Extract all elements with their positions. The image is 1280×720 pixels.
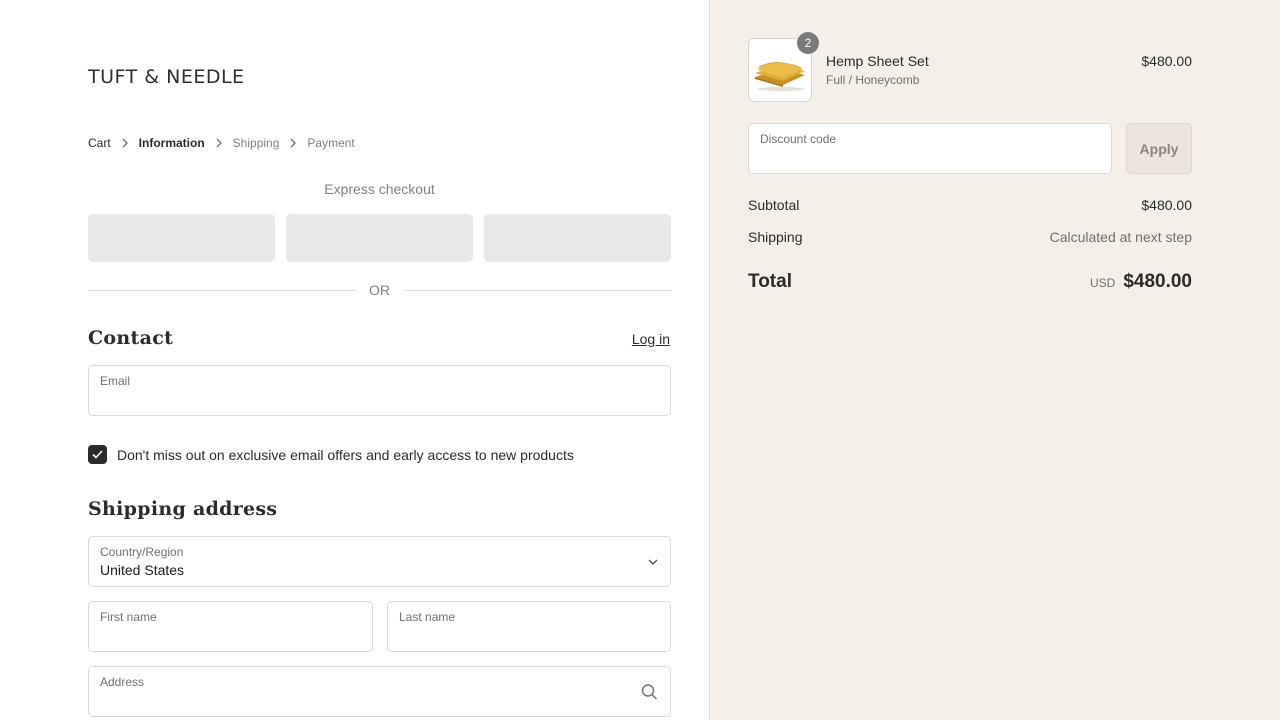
- first-name-field[interactable]: First name: [88, 601, 373, 652]
- first-name-label: First name: [100, 610, 157, 624]
- brand-logo[interactable]: TUFT & NEEDLE: [88, 66, 245, 88]
- breadcrumb-cart[interactable]: Cart: [88, 136, 111, 150]
- checkout-main-panel: TUFT & NEEDLE Cart Information Shipping …: [0, 0, 710, 720]
- quantity-badge: 2: [797, 32, 819, 54]
- subtotal-label: Subtotal: [748, 197, 800, 213]
- checkmark-icon: [92, 450, 103, 459]
- order-summary-panel: [710, 0, 1280, 720]
- express-pay-button-1[interactable]: [88, 214, 275, 262]
- address-field[interactable]: Address: [88, 666, 671, 717]
- contact-heading: Contact: [88, 327, 174, 349]
- shipping-address-heading: Shipping address: [88, 498, 278, 520]
- product-variant: Full / Honeycomb: [826, 73, 920, 87]
- chevron-right-icon: [279, 138, 307, 148]
- last-name-label: Last name: [399, 610, 456, 624]
- product-price: $480.00: [1141, 53, 1192, 69]
- breadcrumb: Cart Information Shipping Payment: [88, 136, 355, 150]
- login-link[interactable]: Log in: [632, 331, 670, 347]
- marketing-checkbox[interactable]: [88, 445, 107, 464]
- breadcrumb-payment: Payment: [307, 136, 355, 150]
- express-pay-button-3[interactable]: [484, 214, 671, 262]
- discount-code-input[interactable]: [760, 148, 1075, 168]
- breadcrumb-shipping: Shipping: [232, 136, 280, 150]
- address-input[interactable]: [100, 691, 634, 711]
- shipping-value: Calculated at next step: [1049, 229, 1192, 245]
- total-label: Total: [748, 271, 792, 292]
- email-input[interactable]: [100, 390, 634, 410]
- express-pay-button-2[interactable]: [286, 214, 473, 262]
- last-name-field[interactable]: Last name: [387, 601, 671, 652]
- subtotal-value: $480.00: [1141, 197, 1192, 213]
- shipping-row: Shipping Calculated at next step: [748, 229, 1192, 245]
- chevron-down-icon: [648, 558, 658, 565]
- apply-discount-button[interactable]: Apply: [1126, 123, 1192, 174]
- country-value: United States: [100, 562, 185, 578]
- chevron-right-icon: [205, 138, 233, 148]
- shipping-label: Shipping: [748, 229, 803, 245]
- country-label: Country/Region: [100, 545, 184, 559]
- marketing-checkbox-label: Don't miss out on exclusive email offers…: [117, 446, 574, 463]
- or-text: OR: [369, 282, 390, 298]
- or-divider: OR: [88, 280, 671, 300]
- email-field[interactable]: Email: [88, 365, 671, 416]
- divider-line: [403, 289, 671, 291]
- divider-line: [88, 289, 356, 291]
- country-select[interactable]: Country/Region United States: [88, 536, 671, 587]
- last-name-input[interactable]: [399, 626, 634, 646]
- first-name-input[interactable]: [100, 626, 336, 646]
- marketing-opt-in[interactable]: Don't miss out on exclusive email offers…: [88, 445, 574, 464]
- product-name: Hemp Sheet Set: [826, 53, 929, 69]
- total-row: Total USD $480.00: [748, 271, 1192, 293]
- express-checkout-title: Express checkout: [324, 181, 435, 197]
- breadcrumb-information: Information: [138, 136, 205, 150]
- email-label: Email: [100, 374, 131, 388]
- currency-code: USD: [1089, 276, 1116, 290]
- discount-code-label: Discount code: [760, 132, 837, 146]
- search-icon: [641, 683, 658, 700]
- discount-code-field[interactable]: Discount code: [748, 123, 1112, 174]
- subtotal-row: Subtotal $480.00: [748, 197, 1192, 213]
- total-amount: $480.00: [1123, 271, 1192, 292]
- address-label: Address: [100, 675, 145, 689]
- express-checkout-buttons: [88, 214, 671, 262]
- chevron-right-icon: [111, 138, 139, 148]
